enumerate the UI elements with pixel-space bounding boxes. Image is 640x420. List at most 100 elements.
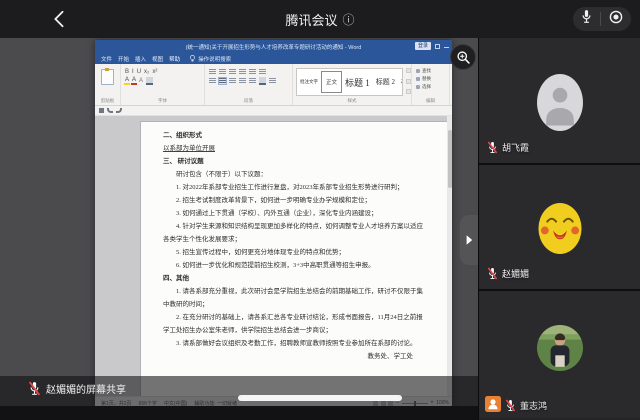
shading-icon[interactable] xyxy=(259,77,266,85)
doc-line: 二、组织形式 xyxy=(163,129,427,142)
avatar-silhouette xyxy=(537,74,583,136)
meeting-title-wrap: 腾讯会议 ⓘ xyxy=(0,0,640,38)
sign-in-button[interactable]: 登录 xyxy=(415,42,431,50)
document-area: 二、组织形式以系部为单位开展三、 研讨议题研讨包含（不限于）以下议题：1. 对2… xyxy=(95,116,452,396)
doc-line: 以系部为单位开展 xyxy=(163,142,427,155)
mic-muted-icon xyxy=(487,141,498,154)
font-format-icon[interactable]: B xyxy=(124,68,130,76)
record-icon[interactable] xyxy=(608,9,624,30)
scrollbar-thumb[interactable] xyxy=(448,130,452,188)
font-format-icon[interactable]: U xyxy=(136,68,142,76)
mic-muted-icon xyxy=(487,267,498,280)
borders-icon[interactable] xyxy=(269,78,276,84)
save-icon[interactable] xyxy=(99,108,104,113)
doc-line: 四、其他 xyxy=(163,272,427,285)
ribbon-tab-帮助[interactable]: 帮助 xyxy=(166,55,183,63)
align-right-icon[interactable] xyxy=(229,78,236,84)
ribbon: 剪贴板 BIUx₂x² A A A 字体 xyxy=(95,64,452,106)
editing-icon xyxy=(416,69,420,73)
participant-name: 赵媚媚 xyxy=(502,269,529,280)
collapse-panel-button[interactable] xyxy=(460,215,478,265)
editing-替换[interactable]: 替换 xyxy=(412,75,449,83)
decrease-indent-icon[interactable] xyxy=(239,69,246,75)
styles-group: 批注文字正文标题 1标题 2标题 样式 xyxy=(293,64,412,105)
meeting-top-bar: 腾讯会议 ⓘ xyxy=(0,0,640,38)
tencent-meeting-app: 腾讯会议 ⓘ (统一通知)关于开展招生形势与人才培养改革专题研讨活动的通知 - … xyxy=(0,0,640,420)
mic-muted-icon xyxy=(505,399,516,412)
line-spacing-icon[interactable] xyxy=(249,78,256,84)
home-indicator[interactable] xyxy=(238,395,402,401)
doc-line: 3. 如何通过上下贯通（学校）、内外互通（企业），深化专业内涵建设； xyxy=(163,207,427,220)
participant-tile[interactable]: 胡飞霞 xyxy=(479,38,640,165)
ribbon-tab-插入[interactable]: 插入 xyxy=(132,55,149,63)
char-border-icon[interactable] xyxy=(146,77,153,85)
bullets-icon[interactable] xyxy=(209,69,216,75)
gallery-more-icon[interactable] xyxy=(406,89,411,94)
font-format-icon[interactable]: I xyxy=(131,68,135,76)
editing-icon xyxy=(416,85,420,89)
share-dim-overlay: 赵媚媚的屏幕共享 xyxy=(0,376,478,406)
style-gallery-scroll xyxy=(406,68,411,94)
zoom-in-share-button[interactable] xyxy=(450,44,476,70)
ribbon-options-icon[interactable] xyxy=(435,44,440,49)
vertical-scrollbar[interactable] xyxy=(447,116,452,396)
quick-access-toolbar xyxy=(95,106,452,116)
multilevel-list-icon[interactable] xyxy=(229,69,236,75)
controls-divider xyxy=(600,12,601,26)
character-shading-icon[interactable]: A xyxy=(138,78,144,84)
ribbon-tab-bar: 文件开始插入视图帮助 操作说明搜索 xyxy=(95,53,452,64)
highlight-color-icon[interactable]: A xyxy=(124,77,130,85)
font-color-icon[interactable]: A xyxy=(131,77,137,85)
editing-选择[interactable]: 选择 xyxy=(412,83,449,91)
participant-name: 董志鸿 xyxy=(520,401,547,412)
doc-line: 研讨包含（不限于）以下议题： xyxy=(163,168,427,181)
participant-tile[interactable]: 董志鸿 xyxy=(479,291,640,418)
gallery-down-icon[interactable] xyxy=(406,79,411,84)
magnifier-icon xyxy=(456,50,471,65)
gallery-up-icon[interactable] xyxy=(406,68,411,73)
doc-line: 5. 招生宣传过程中，如何更充分地体现专业的特点和优势； xyxy=(163,246,427,259)
ribbon-tab-开始[interactable]: 开始 xyxy=(115,55,132,63)
minimize-icon[interactable] xyxy=(444,47,449,48)
doc-line: 1. 请各系部充分重视，此次研讨会是学院招生总结会的前期基础工作，研讨不仅限于集… xyxy=(163,285,427,311)
style-item[interactable]: 标题 1 xyxy=(342,76,373,89)
redo-icon[interactable] xyxy=(116,108,122,113)
justify-icon[interactable] xyxy=(239,78,246,84)
participant-name: 胡飞霞 xyxy=(502,143,529,154)
style-item[interactable]: 标题 2 xyxy=(373,77,398,87)
increase-indent-icon[interactable] xyxy=(249,69,256,75)
meeting-title: 腾讯会议 xyxy=(285,10,337,29)
font-format-icon[interactable]: x₂ xyxy=(143,68,150,76)
align-center-icon[interactable] xyxy=(219,78,226,84)
doc-line: 1. 对2022年系部专业招生工作进行复盘，对2023年系部专业招生形势进行研判… xyxy=(163,181,427,194)
avatar-smiley-emoji xyxy=(537,201,584,261)
tell-me-search[interactable]: 操作说明搜索 xyxy=(189,54,231,63)
microphone-icon[interactable] xyxy=(580,9,593,29)
style-item[interactable]: 标题 xyxy=(398,77,403,87)
doc-line: 6. 如何进一步优化和规范提前招生校测，3+3中高职贯通等招生申报。 xyxy=(163,259,427,272)
participant-tile[interactable]: 赵媚媚 xyxy=(479,165,640,291)
undo-icon[interactable] xyxy=(107,108,113,113)
avatar-photo xyxy=(537,325,583,376)
document-page[interactable]: 二、组织形式以系部为单位开展三、 研讨议题研讨包含（不限于）以下议题：1. 对2… xyxy=(140,121,450,396)
style-item[interactable]: 批注文字 xyxy=(297,79,321,85)
editing-查找[interactable]: 查找 xyxy=(412,67,449,75)
numbering-icon[interactable] xyxy=(219,69,226,75)
sort-icon[interactable] xyxy=(259,69,266,75)
font-format-icon[interactable]: x² xyxy=(151,68,158,76)
editing-label: 替换 xyxy=(422,76,431,82)
doc-line: 2. 在充分研讨的基础上，请各系汇总各专业研讨结论，形成书面报告，11月24日之… xyxy=(163,311,427,337)
font-group: BIUx₂x² A A A 字体 xyxy=(121,64,205,105)
chevron-right-icon xyxy=(465,234,473,246)
ribbon-tab-视图[interactable]: 视图 xyxy=(149,55,166,63)
hand-raised-badge xyxy=(485,396,501,412)
word-window: (统一通知)关于开展招生形势与人才培养改革专题研讨活动的通知 - Word 登录… xyxy=(95,40,452,406)
style-item[interactable]: 正文 xyxy=(321,71,342,93)
align-left-icon[interactable] xyxy=(209,78,216,84)
word-title-bar: (统一通知)关于开展招生形势与人才培养改革专题研讨活动的通知 - Word 登录 xyxy=(95,40,452,53)
doc-line: 教务处、学工处 xyxy=(163,350,427,363)
paste-icon[interactable] xyxy=(101,69,114,85)
ribbon-tab-文件[interactable]: 文件 xyxy=(98,55,115,63)
word-document-title: (统一通知)关于开展招生形势与人才培养改革专题研讨活动的通知 - Word xyxy=(95,43,452,51)
info-icon[interactable]: ⓘ xyxy=(343,11,355,28)
